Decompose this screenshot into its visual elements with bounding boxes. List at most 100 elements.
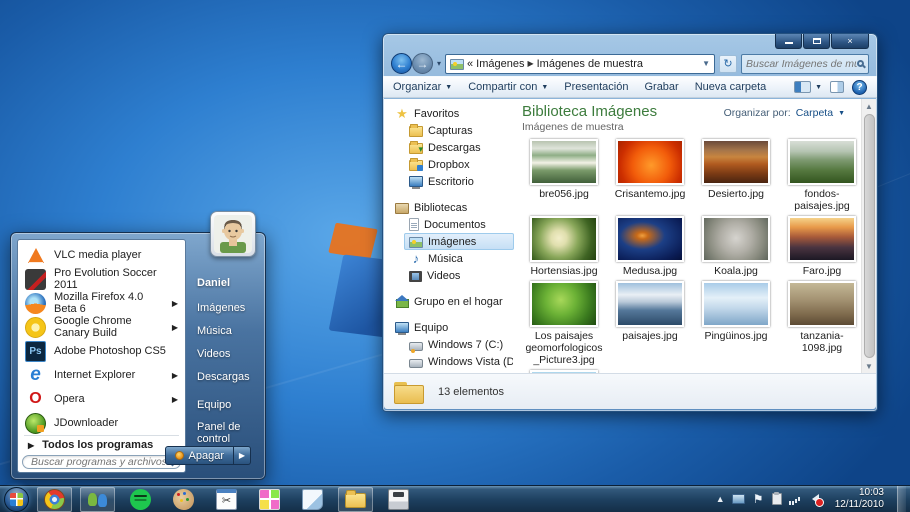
file-thumbnail[interactable] (788, 281, 856, 327)
file-item[interactable]: Desierto.jpg (694, 139, 778, 212)
preview-pane-button[interactable] (830, 81, 844, 93)
place-item-descargas[interactable]: Descargas (187, 365, 259, 388)
file-thumbnail[interactable] (702, 216, 770, 262)
burn-button[interactable]: Grabar (644, 81, 678, 93)
file-thumbnail[interactable] (616, 139, 684, 185)
user-name-item[interactable]: Daniel (187, 271, 259, 294)
place-item-videos[interactable]: Videos (187, 342, 259, 365)
title-bar[interactable]: × (383, 34, 877, 51)
tray-vol-icon[interactable] (809, 493, 822, 506)
sidebar-item-windows-7-c-[interactable]: Windows 7 (C:) (404, 336, 514, 353)
all-programs-item[interactable]: ▶ Todos los programas (22, 439, 181, 452)
change-view-button[interactable]: ▼ (794, 81, 822, 93)
sidebar-item-im-genes[interactable]: Imágenes (404, 233, 514, 250)
program-item-ie[interactable]: eInternet Explorer▶ (22, 363, 181, 387)
taskbar-chrome-button[interactable] (37, 487, 72, 512)
start-search-input[interactable] (31, 456, 165, 468)
sidebar-item-videos[interactable]: Videos (404, 267, 514, 284)
place-item-equipo[interactable]: Equipo (187, 393, 259, 416)
share-with-menu[interactable]: Compartir con▼ (468, 81, 548, 93)
organize-menu[interactable]: Organizar▼ (393, 81, 452, 93)
program-item-chrome-canary[interactable]: Google Chrome Canary Build▶ (22, 315, 181, 339)
file-item[interactable]: tanzania-1098.jpg (780, 281, 861, 366)
tray-signal-icon[interactable] (789, 493, 802, 506)
file-thumbnail[interactable] (530, 281, 598, 327)
taskbar-paint-button[interactable] (166, 487, 201, 512)
file-item[interactable]: bre056.jpg (522, 139, 606, 212)
sidebar-item-m-sica[interactable]: Música (404, 250, 514, 267)
scroll-down-icon[interactable]: ▼ (865, 359, 873, 373)
file-item[interactable]: Crisantemo.jpg (608, 139, 692, 212)
file-item[interactable]: fondos-paisajes.jpg (780, 139, 861, 212)
breadcrumb-folder[interactable]: Imágenes de muestra (537, 58, 643, 70)
shutdown-button[interactable]: Apagar (165, 446, 234, 465)
scroll-up-icon[interactable]: ▲ (865, 99, 873, 113)
back-button[interactable]: ← (391, 53, 412, 74)
program-item-vlc[interactable]: VLC media player (22, 243, 181, 267)
shutdown-options-arrow[interactable]: ▶ (234, 446, 251, 465)
place-item-panel-de-control[interactable]: Panel de control (187, 421, 259, 444)
search-icon[interactable] (857, 60, 864, 67)
breadcrumb-separator-icon[interactable]: ▶ (527, 59, 533, 68)
start-search-box[interactable] (22, 455, 181, 469)
taskbar-explorer-button[interactable] (338, 487, 373, 512)
file-item[interactable]: Faro.jpg (780, 216, 861, 277)
file-item[interactable]: Koala.jpg (694, 216, 778, 277)
sidebar-item-grupo-en-el-hogar[interactable]: Grupo en el hogar (390, 293, 514, 310)
taskbar-clock[interactable]: 10:03 12/11/2010 (829, 487, 890, 512)
file-thumbnail[interactable] (616, 216, 684, 262)
taskbar-notes-button[interactable] (295, 487, 330, 512)
program-item-photoshop[interactable]: PsAdobe Photoshop CS5 (22, 339, 181, 363)
scrollbar-thumb[interactable] (864, 114, 875, 358)
place-item-im-genes[interactable]: Imágenes (187, 296, 259, 319)
breadcrumb-overflow[interactable]: « (467, 58, 473, 70)
search-box[interactable] (741, 54, 869, 74)
file-thumbnail[interactable] (788, 216, 856, 262)
file-thumbnail[interactable] (788, 139, 856, 185)
taskbar-faxscan-button[interactable] (381, 487, 416, 512)
organize-by-value[interactable]: Carpeta (796, 107, 833, 119)
sidebar-item-dropbox[interactable]: Dropbox (404, 156, 514, 173)
file-thumbnail[interactable] (702, 139, 770, 185)
show-hidden-icons-button[interactable]: ▲ (716, 494, 725, 504)
sidebar-item-bibliotecas[interactable]: Bibliotecas (390, 199, 514, 216)
file-item[interactable]: paisajes.jpg (608, 281, 692, 366)
file-item[interactable]: Pingüinos.jpg (694, 281, 778, 366)
show-desktop-button[interactable] (897, 486, 906, 512)
refresh-button[interactable]: ↻ (719, 55, 737, 73)
file-item[interactable]: Medusa.jpg (608, 216, 692, 277)
sidebar-item-capturas[interactable]: Capturas (404, 122, 514, 139)
place-item-m-sica[interactable]: Música (187, 319, 259, 342)
slideshow-button[interactable]: Presentación (564, 81, 628, 93)
program-item-opera[interactable]: OOpera▶ (22, 387, 181, 411)
program-item-firefox[interactable]: Mozilla Firefox 4.0 Beta 6▶ (22, 291, 181, 315)
address-bar[interactable]: « Imágenes ▶ Imágenes de muestra ▼ (445, 54, 715, 74)
help-button[interactable]: ? (852, 80, 867, 95)
address-dropdown-icon[interactable]: ▼ (702, 59, 710, 68)
forward-button[interactable]: → (412, 53, 433, 74)
library-subtitle[interactable]: Imágenes de muestra (522, 121, 657, 133)
breadcrumb-library[interactable]: Imágenes (476, 58, 524, 70)
taskbar-colorgrid-button[interactable] (252, 487, 287, 512)
sidebar-item-windows-vista-d-[interactable]: Windows Vista (D:) (404, 353, 514, 370)
file-thumbnail[interactable] (530, 216, 598, 262)
program-item-pes[interactable]: Pro Evolution Soccer 2011 (22, 267, 181, 291)
taskbar-messenger-button[interactable] (80, 487, 115, 512)
sidebar-item-documentos[interactable]: Documentos (404, 216, 514, 233)
file-thumbnail[interactable] (616, 281, 684, 327)
sidebar-item-favoritos[interactable]: Favoritos (390, 105, 514, 122)
file-thumbnail[interactable] (702, 281, 770, 327)
maximize-button[interactable] (803, 34, 830, 49)
user-avatar[interactable] (210, 211, 256, 257)
tray-flag-icon[interactable] (752, 493, 765, 506)
sidebar-item-escritorio[interactable]: Escritorio (404, 173, 514, 190)
new-folder-button[interactable]: Nueva carpeta (695, 81, 767, 93)
tray-pc-icon[interactable] (732, 494, 745, 504)
file-item[interactable]: Hortensias.jpg (522, 216, 606, 277)
sidebar-item-equipo[interactable]: Equipo (390, 319, 514, 336)
program-item-jdownloader[interactable]: JDownloader (22, 411, 181, 435)
recent-pages-chevron-icon[interactable]: ▾ (437, 59, 441, 68)
search-input[interactable] (746, 58, 857, 70)
file-item[interactable]: Los paisajes geomorfologicos _Picture3.j… (522, 281, 606, 366)
close-button[interactable]: × (831, 34, 869, 49)
